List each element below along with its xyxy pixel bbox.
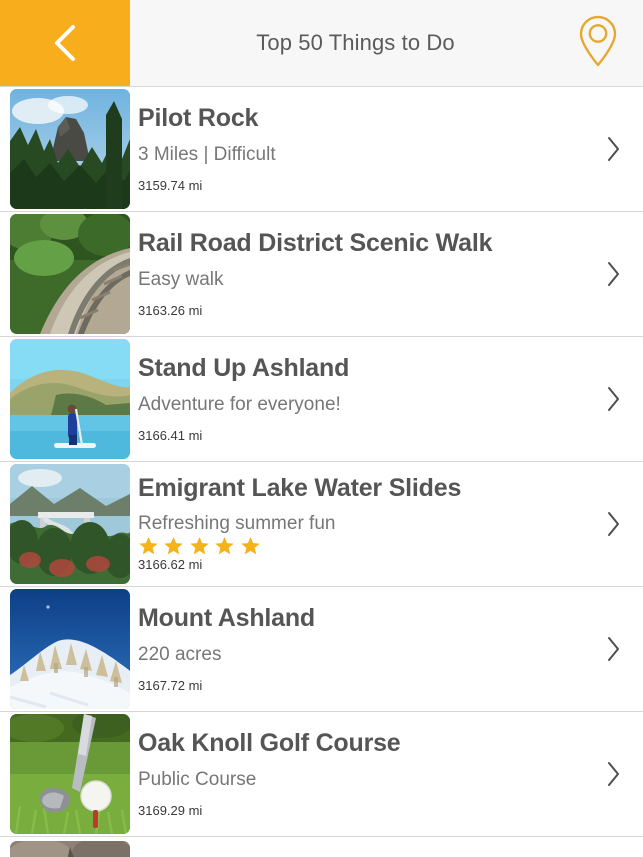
chevron-right-icon[interactable] <box>583 87 643 211</box>
list-item-subtitle: Public Course <box>138 769 257 791</box>
map-view-button[interactable] <box>553 0 643 86</box>
star-icon <box>189 527 214 555</box>
star-rating <box>138 536 583 556</box>
list-item-subtitle: Easy walk <box>138 269 224 291</box>
thumbnail-image <box>10 464 130 584</box>
list-item-distance: 3167.72 mi <box>138 677 203 693</box>
chevron-right-icon[interactable] <box>583 337 643 461</box>
list-item[interactable]: Emigrant Lake Water Slides Refreshing su… <box>0 462 643 587</box>
list-item-text: Rail Road District Scenic Walk Easy walk… <box>130 212 583 336</box>
list-item-distance: 3169.29 mi <box>138 802 203 818</box>
list-item-subtitle: 3 Miles | Difficult <box>138 144 276 166</box>
list-item[interactable]: Rail Road District Scenic Walk Easy walk… <box>0 212 643 337</box>
list-item[interactable]: Stand Up Ashland Adventure for everyone!… <box>0 337 643 462</box>
thumbnail-image <box>10 714 130 834</box>
list-item-title: Mount Ashland <box>138 603 316 632</box>
list-item-title: Oak Knoll Golf Course <box>138 728 401 757</box>
list-item-subtitle: 220 acres <box>138 644 222 666</box>
list-item-subtitle: Adventure for everyone! <box>138 394 341 416</box>
list-item-distance: 3163.26 mi <box>138 302 203 318</box>
header-title-container: Top 50 Things to Do <box>130 0 553 86</box>
list-item-title: Emigrant Lake Water Slides <box>138 474 462 503</box>
star-icon <box>214 527 239 555</box>
page-title: Top 50 Things to Do <box>256 30 455 55</box>
list-item[interactable]: Pilot Rock 3 Miles | Difficult 3159.74 m… <box>0 87 643 212</box>
list-item[interactable] <box>0 837 643 857</box>
thumbnail-image <box>10 589 130 709</box>
list-item-distance: 3166.62 mi <box>138 557 203 573</box>
app-header: Top 50 Things to Do <box>0 0 643 87</box>
star-icon <box>240 527 261 555</box>
chevron-right-icon[interactable] <box>583 712 643 836</box>
star-icon <box>138 527 163 555</box>
list-item-text: Emigrant Lake Water Slides Refreshing su… <box>130 462 583 586</box>
chevron-right-icon[interactable] <box>583 212 643 336</box>
list-item-text <box>130 837 583 857</box>
list-item[interactable]: Oak Knoll Golf Course Public Course 3169… <box>0 712 643 837</box>
list-item[interactable]: Mount Ashland 220 acres 3167.72 mi <box>0 587 643 712</box>
list-item-title: Stand Up Ashland <box>138 353 350 382</box>
chevron-right-icon[interactable] <box>583 462 643 586</box>
list-item-distance: 3166.41 mi <box>138 427 203 443</box>
thumbnail-image <box>10 339 130 459</box>
list-item-title: Rail Road District Scenic Walk <box>138 228 493 257</box>
list-item-text: Stand Up Ashland Adventure for everyone!… <box>130 337 583 461</box>
list-item-title: Pilot Rock <box>138 103 259 132</box>
chevron-right-icon[interactable] <box>583 587 643 711</box>
map-pin-icon <box>575 13 621 74</box>
list-item-text: Oak Knoll Golf Course Public Course 3169… <box>130 712 583 836</box>
thumbnail-image <box>10 214 130 334</box>
list-item-distance: 3159.74 mi <box>138 177 203 193</box>
chevron-left-icon <box>48 21 82 65</box>
chevron-right-icon[interactable] <box>583 837 643 857</box>
list-item-text: Pilot Rock 3 Miles | Difficult 3159.74 m… <box>130 87 583 211</box>
things-to-do-list[interactable]: Pilot Rock 3 Miles | Difficult 3159.74 m… <box>0 87 643 857</box>
thumbnail-image <box>10 89 130 209</box>
list-item-text: Mount Ashland 220 acres 3167.72 mi <box>130 587 583 711</box>
star-icon <box>163 527 188 555</box>
thumbnail-image <box>10 841 130 857</box>
back-button[interactable] <box>0 0 130 86</box>
